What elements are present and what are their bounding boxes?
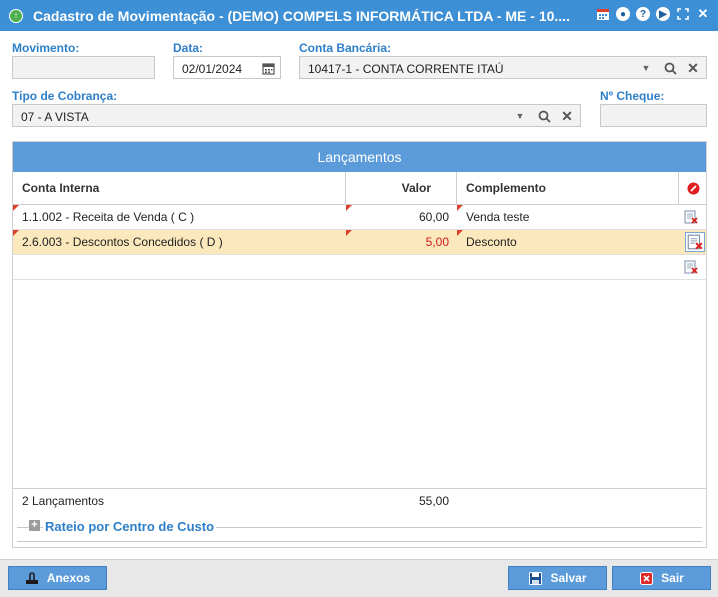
cheque-label: Nº Cheque:: [600, 89, 665, 103]
column-conta-interna[interactable]: Conta Interna: [13, 172, 346, 205]
conta-bancaria-field[interactable]: 10417-1 - CONTA CORRENTE ITAÚ ▼ ✕: [299, 56, 707, 79]
total-valor: 55,00: [418, 494, 449, 508]
calendar-picker-icon[interactable]: [260, 60, 276, 76]
rateio-divider: [17, 541, 702, 542]
row-count: 2 Lançamentos: [22, 494, 105, 508]
search-icon[interactable]: [662, 60, 678, 76]
sair-label: Sair: [661, 571, 684, 585]
grid-title: Lançamentos: [13, 142, 706, 172]
conta-bancaria-label: Conta Bancária:: [299, 41, 392, 55]
chevron-down-icon[interactable]: ▼: [512, 108, 528, 124]
anexos-button[interactable]: Anexos: [8, 566, 107, 590]
cell-complemento: Desconto: [466, 235, 517, 249]
cell-valor: 60,00: [418, 210, 449, 224]
grid-header: Conta Interna Valor Complemento: [13, 172, 706, 205]
movimento-field[interactable]: [12, 56, 155, 79]
expand-icon[interactable]: +: [29, 520, 40, 531]
close-icon[interactable]: ✕: [696, 6, 710, 21]
column-complemento[interactable]: Complemento: [457, 172, 679, 205]
back-icon[interactable]: ↑: [9, 8, 23, 23]
clear-icon[interactable]: ✕: [559, 108, 575, 124]
tipo-cobranca-label: Tipo de Cobrança:: [12, 89, 118, 103]
anexos-label: Anexos: [46, 571, 91, 585]
grid-footer: 2 Lançamentos 55,00: [13, 488, 706, 512]
search-icon[interactable]: [536, 108, 552, 124]
bottom-bar: Anexos Salvar Sair: [0, 559, 718, 597]
new-row[interactable]: [13, 255, 706, 280]
salvar-label: Salvar: [550, 571, 587, 585]
cell-conta: 1.1.002 - Receita de Venda ( C ): [22, 210, 195, 224]
help-icon[interactable]: ?: [636, 7, 650, 21]
edit-flag: [13, 205, 19, 211]
exit-icon: [639, 571, 653, 585]
table-row[interactable]: 2.6.003 - Descontos Concedidos ( D ) 5,0…: [13, 230, 706, 255]
delete-row-icon[interactable]: [685, 232, 705, 252]
edit-flag: [457, 205, 463, 211]
edit-flag: [457, 230, 463, 236]
rateio-label[interactable]: Rateio por Centro de Custo: [43, 519, 217, 534]
lancamentos-grid: Lançamentos Conta Interna Valor Compleme…: [12, 141, 707, 548]
cell-conta: 2.6.003 - Descontos Concedidos ( D ): [22, 235, 223, 249]
column-valor[interactable]: Valor: [346, 172, 457, 205]
movimento-label: Movimento:: [12, 41, 80, 55]
tipo-cobranca-field[interactable]: 07 - A VISTA ▼ ✕: [12, 104, 581, 127]
table-row[interactable]: 1.1.002 - Receita de Venda ( C ) 60,00 V…: [13, 205, 706, 230]
clear-icon[interactable]: ✕: [685, 60, 701, 76]
play-icon[interactable]: ▶: [656, 7, 670, 21]
calendar-icon[interactable]: [596, 7, 610, 21]
cheque-field[interactable]: [600, 104, 707, 127]
delete-all-icon[interactable]: [679, 172, 707, 205]
chat-icon[interactable]: ●: [616, 7, 630, 21]
fullscreen-icon[interactable]: [676, 7, 690, 21]
cell-valor: 5,00: [425, 235, 449, 249]
data-field[interactable]: 02/01/2024: [173, 56, 281, 79]
save-icon: [528, 571, 542, 585]
title-bar: ↑ Cadastro de Movimentação - (DEMO) COMP…: [0, 0, 718, 31]
cell-complemento: Venda teste: [466, 210, 530, 224]
edit-flag: [13, 230, 19, 236]
chevron-down-icon[interactable]: ▼: [638, 60, 654, 76]
sair-button[interactable]: Sair: [612, 566, 711, 590]
delete-row-icon[interactable]: [683, 259, 699, 275]
data-label: Data:: [173, 41, 204, 55]
rateio-section[interactable]: Rateio por Centro de Custo +: [13, 513, 706, 547]
window-title: Cadastro de Movimentação - (DEMO) COMPEL…: [33, 7, 570, 24]
attachment-icon: [25, 571, 39, 585]
salvar-button[interactable]: Salvar: [508, 566, 607, 590]
delete-row-icon[interactable]: [683, 209, 699, 225]
